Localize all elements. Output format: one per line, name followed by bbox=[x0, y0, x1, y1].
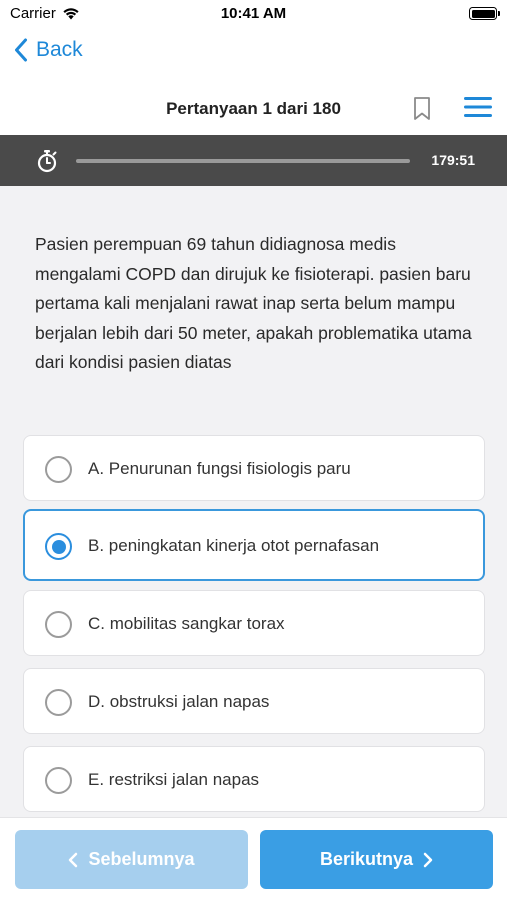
hamburger-menu-icon[interactable] bbox=[463, 95, 493, 119]
answer-options: A. Penurunan fungsi fisiologis paru B. p… bbox=[23, 435, 486, 824]
timer-bar: 179:51 bbox=[0, 135, 507, 186]
option-label: B. peningkatan kinerja otot pernafasan bbox=[88, 536, 380, 555]
status-bar: Carrier 10:41 AM bbox=[0, 0, 507, 28]
radio-icon[interactable] bbox=[45, 689, 72, 716]
battery-icon bbox=[469, 7, 500, 20]
option-label: E. restriksi jalan napas bbox=[88, 770, 260, 789]
bookmark-icon[interactable] bbox=[411, 96, 433, 122]
question-header: Pertanyaan 1 dari 180 bbox=[0, 84, 507, 135]
previous-label: Sebelumnya bbox=[88, 849, 195, 869]
footer-navigation: Sebelumnya Berikutnya bbox=[0, 817, 507, 900]
radio-icon[interactable] bbox=[45, 456, 72, 483]
timer-remaining: 179:51 bbox=[431, 152, 475, 168]
option-label: D. obstruksi jalan napas bbox=[88, 692, 270, 711]
option-e[interactable]: E. restriksi jalan napas bbox=[23, 746, 485, 812]
chevron-left-icon bbox=[69, 852, 78, 867]
next-label: Berikutnya bbox=[319, 849, 414, 869]
radio-selected-icon[interactable] bbox=[45, 533, 72, 560]
chevron-left-icon bbox=[15, 38, 27, 62]
option-label: C. mobilitas sangkar torax bbox=[88, 614, 285, 633]
chevron-right-icon bbox=[423, 852, 433, 867]
quiz-screen: Carrier 10:41 AM Back Pertanyaan 1 dari … bbox=[0, 0, 507, 900]
status-time: 10:41 AM bbox=[220, 5, 287, 22]
question-text: Pasien perempuan 69 tahun didiagnosa med… bbox=[35, 234, 472, 372]
back-label: Back bbox=[36, 38, 83, 61]
navigation-bar: Back bbox=[0, 28, 507, 84]
option-a[interactable]: A. Penurunan fungsi fisiologis paru bbox=[23, 435, 485, 501]
option-label: A. Penurunan fungsi fisiologis paru bbox=[88, 459, 351, 478]
previous-button[interactable]: Sebelumnya bbox=[15, 830, 248, 889]
option-c[interactable]: C. mobilitas sangkar torax bbox=[23, 590, 485, 656]
radio-icon[interactable] bbox=[45, 611, 72, 638]
stopwatch-icon bbox=[37, 150, 57, 173]
timer-progress-track bbox=[76, 159, 410, 163]
back-button[interactable]: Back bbox=[14, 38, 83, 62]
next-button[interactable]: Berikutnya bbox=[260, 830, 493, 889]
radio-icon[interactable] bbox=[45, 767, 72, 794]
option-d[interactable]: D. obstruksi jalan napas bbox=[23, 668, 485, 734]
option-b[interactable]: B. peningkatan kinerja otot pernafasan bbox=[23, 509, 485, 581]
